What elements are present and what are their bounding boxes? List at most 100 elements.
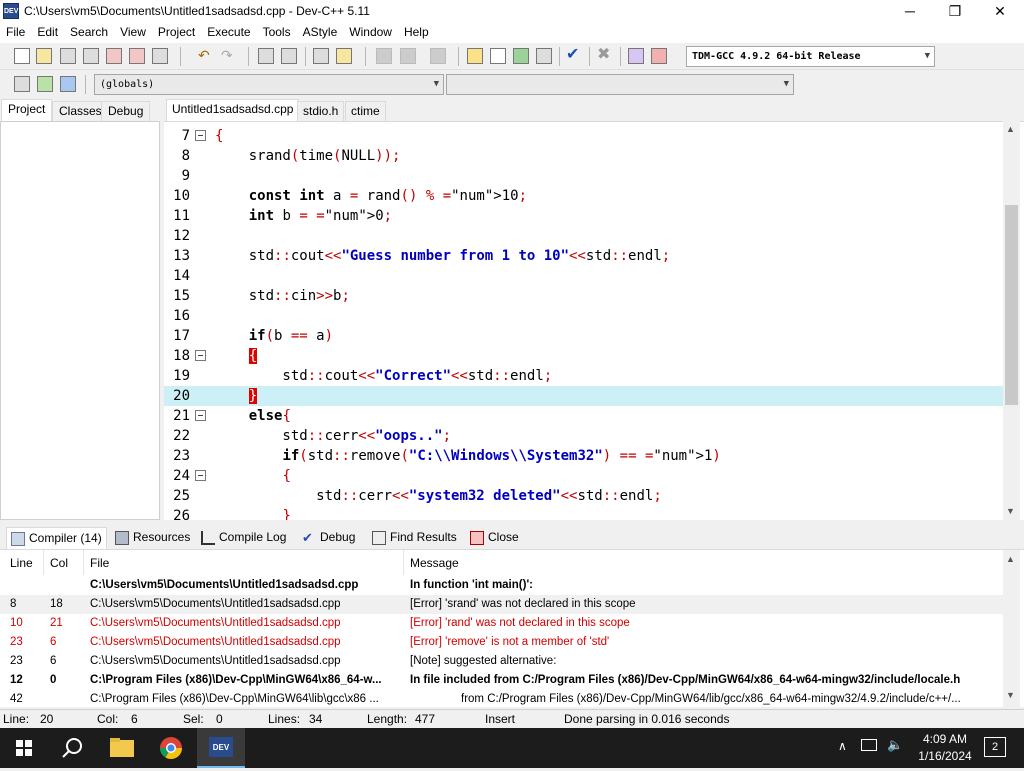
menu-edit[interactable]: Edit	[31, 23, 64, 42]
menu-view[interactable]: View	[114, 23, 152, 42]
scroll-down-icon[interactable]: ▼	[1006, 506, 1015, 516]
column-header-message[interactable]: Message	[410, 556, 459, 570]
tab-debug[interactable]: Debug	[101, 101, 151, 121]
compiler-scrollbar[interactable]: ▲ ▼	[1003, 550, 1020, 707]
menu-execute[interactable]: Execute	[201, 23, 256, 42]
menu-tools[interactable]: Tools	[257, 23, 297, 42]
tab-ctime[interactable]: ctime	[345, 101, 386, 121]
tab-close[interactable]: Close	[466, 527, 523, 549]
scroll-down-icon[interactable]: ▼	[1006, 690, 1015, 700]
close-all-icon[interactable]	[129, 48, 145, 64]
clock[interactable]: 4:09 AM 1/16/2024	[916, 731, 974, 765]
code-line[interactable]: 9	[164, 166, 1004, 186]
redo-icon[interactable]: ↷	[221, 48, 237, 64]
code-line[interactable]: 10 const int a = rand() % ="num">10;	[164, 186, 1004, 206]
code-line[interactable]: 12	[164, 226, 1004, 246]
code-line[interactable]: 14	[164, 266, 1004, 286]
menu-search[interactable]: Search	[64, 23, 114, 42]
code-line[interactable]: 8 srand(time(NULL));	[164, 146, 1004, 166]
save-all-icon[interactable]	[83, 48, 99, 64]
compiler-row[interactable]: 23 6 C:\Users\vm5\Documents\Untitled1sadsa…	[0, 652, 1004, 671]
compile-run-icon[interactable]	[513, 48, 529, 64]
tab-untitled1-cpp[interactable]: Untitled1sadsadsd.cpp	[166, 99, 300, 121]
profile-icon[interactable]	[651, 48, 667, 64]
goto-bookmark-icon[interactable]	[60, 76, 76, 92]
compiler-row[interactable]: 10 21 C:\Users\vm5\Documents\Untitled1sads…	[0, 614, 1004, 633]
compiler-row[interactable]: 12 0 C:\Program Files (x86)\Dev-Cpp\MinGW6…	[0, 671, 1004, 690]
indent-icon[interactable]	[313, 48, 329, 64]
project-browser[interactable]	[0, 121, 160, 520]
code-line[interactable]: 19 std::cout<<"Correct"<<std::endl;	[164, 366, 1004, 386]
menu-astyle[interactable]: AStyle	[297, 23, 344, 42]
check-icon[interactable]: ✔	[566, 47, 582, 64]
menu-help[interactable]: Help	[398, 23, 435, 42]
fold-toggle-icon[interactable]	[195, 350, 206, 361]
tab-compile-log[interactable]: Compile Log	[197, 527, 290, 549]
code-line[interactable]: 7{	[164, 126, 1004, 146]
start-button[interactable]	[0, 728, 48, 768]
open-file-icon[interactable]	[36, 48, 52, 64]
scroll-up-icon[interactable]: ▲	[1006, 124, 1015, 134]
back-icon[interactable]	[376, 48, 392, 64]
compile-icon[interactable]	[467, 48, 483, 64]
maximize-button[interactable]: ❐	[932, 0, 978, 23]
code-line[interactable]: 26 }	[164, 506, 1004, 520]
chevron-up-icon[interactable]: ∧	[838, 739, 847, 753]
function-select[interactable]: ▼	[446, 74, 794, 95]
compiler-row[interactable]: C:\Users\vm5\Documents\Untitled1sadsadsd…	[0, 576, 1004, 595]
code-line[interactable]: 13 std::cout<<"Guess number from 1 to 10…	[164, 246, 1004, 266]
print-icon[interactable]	[152, 48, 168, 64]
compiler-select[interactable]: TDM-GCC 4.9.2 64-bit Release ▼	[686, 46, 935, 67]
close-file-icon[interactable]	[106, 48, 122, 64]
file-explorer-button[interactable]	[98, 728, 146, 768]
run-icon[interactable]	[490, 48, 506, 64]
stop-icon[interactable]: ✖	[597, 47, 613, 64]
rebuild-icon[interactable]	[536, 48, 552, 64]
chrome-button[interactable]	[147, 728, 195, 768]
editor-scrollbar[interactable]: ▲ ▼	[1003, 121, 1020, 520]
compiler-row[interactable]: 23 6 C:\Users\vm5\Documents\Untitled1sadsa…	[0, 633, 1004, 652]
column-header-file[interactable]: File	[90, 556, 109, 570]
undo-icon[interactable]: ↶	[198, 48, 214, 64]
find-icon[interactable]	[258, 48, 274, 64]
menu-file[interactable]: File	[0, 23, 31, 42]
network-icon[interactable]	[861, 739, 877, 751]
code-line[interactable]: 20 }	[164, 386, 1004, 406]
forward-icon[interactable]	[400, 48, 416, 64]
new-file-icon[interactable]	[14, 48, 30, 64]
volume-icon[interactable]: 🔈	[887, 737, 903, 753]
toggle-bookmark-icon[interactable]	[37, 76, 53, 92]
column-header-line[interactable]: Line	[10, 556, 33, 570]
scope-select[interactable]: (globals) ▼	[94, 74, 444, 95]
fold-toggle-icon[interactable]	[195, 130, 206, 141]
fold-toggle-icon[interactable]	[195, 410, 206, 421]
goto-icon[interactable]	[336, 48, 352, 64]
tab-debug-bottom[interactable]: ✔ Debug	[298, 527, 359, 549]
tab-stdio-h[interactable]: stdio.h	[297, 101, 345, 121]
menu-window[interactable]: Window	[343, 23, 398, 42]
scrollbar-thumb[interactable]	[1005, 205, 1018, 405]
code-line[interactable]: 11 int b = ="num">0;	[164, 206, 1004, 226]
scroll-up-icon[interactable]: ▲	[1006, 554, 1015, 564]
replace-icon[interactable]	[281, 48, 297, 64]
search-button[interactable]	[48, 728, 96, 768]
code-line[interactable]: 25 std::cerr<<"system32 deleted"<<std::e…	[164, 486, 1004, 506]
tab-find-results[interactable]: Find Results	[368, 527, 461, 549]
toggle-icon[interactable]	[430, 48, 446, 64]
compiler-row[interactable]: 42 C:\Program Files (x86)\Dev-Cpp\MinGW64…	[0, 690, 1004, 707]
devcpp-taskbar-button[interactable]: DEV	[197, 728, 245, 768]
column-header-col[interactable]: Col	[50, 556, 68, 570]
code-line[interactable]: 22 std::cerr<<"oops..";	[164, 426, 1004, 446]
save-icon[interactable]	[60, 48, 76, 64]
code-line[interactable]: 16	[164, 306, 1004, 326]
code-editor[interactable]: 7{8 srand(time(NULL)); 9 10 const int a = …	[164, 121, 1024, 520]
code-line[interactable]: 21 else{	[164, 406, 1004, 426]
code-line[interactable]: 15 std::cin>>b;	[164, 286, 1004, 306]
tab-resources[interactable]: Resources	[111, 527, 194, 549]
tab-compiler[interactable]: Compiler (14)	[6, 527, 107, 549]
compiler-output[interactable]: Line Col File Message C:\Users\vm5\Docum…	[0, 549, 1024, 707]
close-button[interactable]: ✕	[977, 0, 1023, 23]
insert-icon[interactable]	[14, 76, 30, 92]
chart-icon[interactable]	[628, 48, 644, 64]
compiler-row[interactable]: 8 18 C:\Users\vm5\Documents\Untitled1sadsa…	[0, 595, 1004, 614]
